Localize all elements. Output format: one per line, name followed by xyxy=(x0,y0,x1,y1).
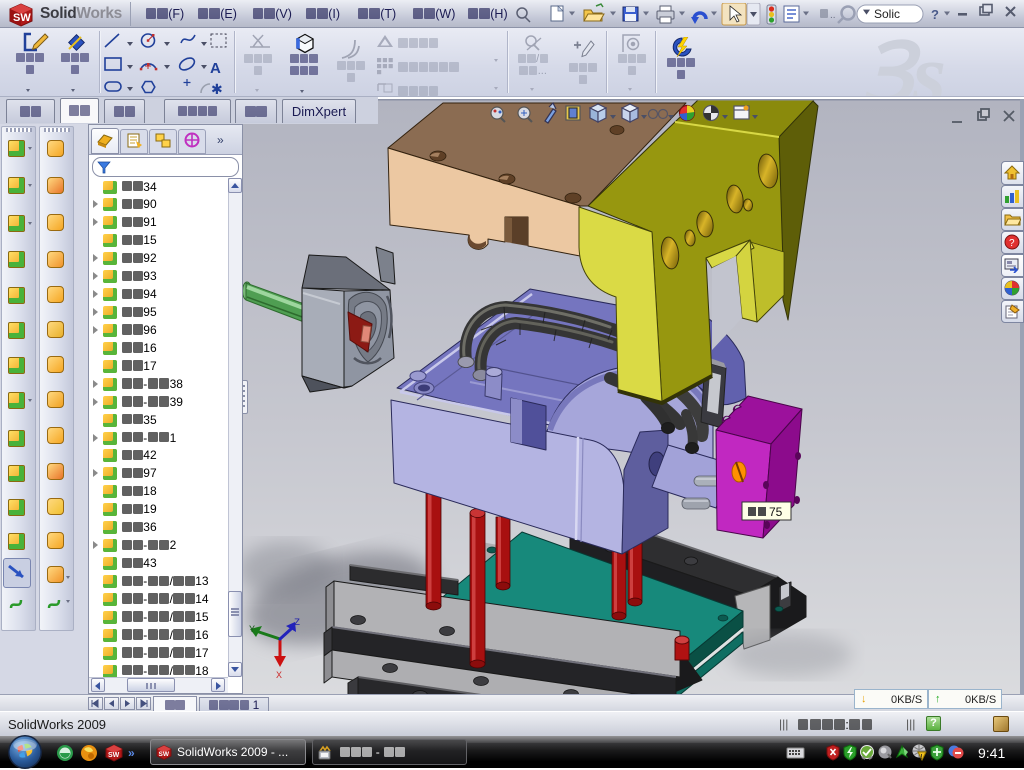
svg-text:Z: Z xyxy=(294,618,300,629)
svg-text:X: X xyxy=(276,671,282,682)
svg-text:?: ? xyxy=(1009,238,1015,249)
svg-text:SW: SW xyxy=(108,752,120,759)
svg-text:✱: ✱ xyxy=(211,81,223,95)
svg-text:?: ? xyxy=(931,7,939,22)
svg-text:Y: Y xyxy=(249,625,255,636)
svg-text:..: .. xyxy=(830,10,836,21)
svg-text:SW: SW xyxy=(159,751,170,758)
svg-text:»: » xyxy=(128,746,135,760)
svg-text:SW: SW xyxy=(13,12,31,24)
svg-text:75: 75 xyxy=(769,505,783,519)
svg-text:A: A xyxy=(210,60,221,77)
svg-text:Solic: Solic xyxy=(874,7,900,21)
svg-text:!: ! xyxy=(921,755,923,761)
